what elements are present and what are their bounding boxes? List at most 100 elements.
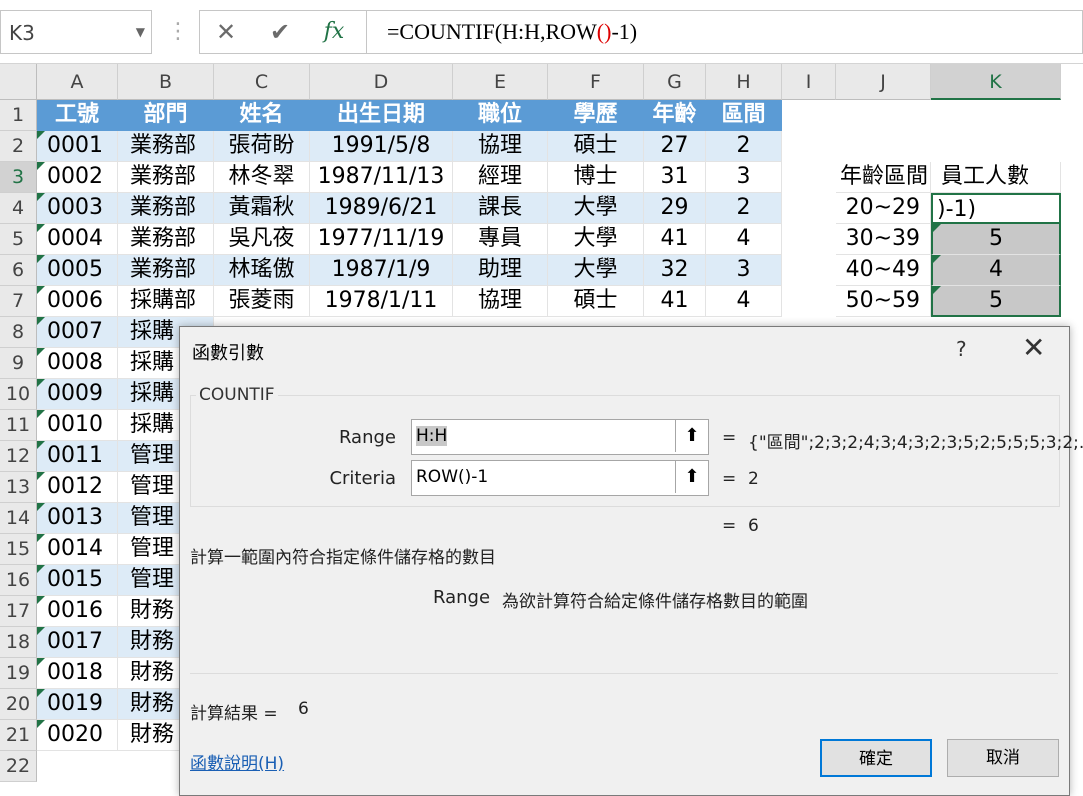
column-header-g[interactable]: G xyxy=(644,64,706,100)
summary-header-age-range[interactable]: 年齡區間 xyxy=(836,162,931,193)
table-cell[interactable]: 1977/11/19 xyxy=(310,224,453,255)
active-cell-k3[interactable]: )-1) xyxy=(931,193,1061,224)
formula-input[interactable]: =COUNTIF(H:H,ROW()-1) xyxy=(366,10,1083,54)
table-cell[interactable]: 2 xyxy=(706,193,782,224)
chevron-down-icon[interactable]: ▼ xyxy=(136,25,145,39)
table-cell[interactable]: 0019 xyxy=(37,689,118,720)
table-header-cell[interactable]: 職位 xyxy=(453,100,548,131)
enter-check-icon[interactable]: ✔ xyxy=(260,17,300,47)
row-header-11[interactable]: 11 xyxy=(0,410,37,441)
table-cell[interactable]: 1991/5/8 xyxy=(310,131,453,162)
column-header-a[interactable]: A xyxy=(37,64,118,100)
table-cell[interactable]: 32 xyxy=(644,255,706,286)
table-cell[interactable]: 張菱雨 xyxy=(214,286,310,317)
table-cell[interactable]: 協理 xyxy=(453,131,548,162)
column-header-b[interactable]: B xyxy=(118,64,214,100)
table-cell[interactable]: 大學 xyxy=(548,224,644,255)
table-cell[interactable]: 業務部 xyxy=(118,255,214,286)
column-header-d[interactable]: D xyxy=(310,64,453,100)
row-header-7[interactable]: 7 xyxy=(0,286,37,317)
table-cell[interactable]: 業務部 xyxy=(118,162,214,193)
table-cell[interactable]: 經理 xyxy=(453,162,548,193)
table-cell[interactable]: 0011 xyxy=(37,441,118,472)
cancel-icon[interactable]: ✕ xyxy=(206,17,246,47)
column-header-e[interactable]: E xyxy=(453,64,548,100)
table-header-cell[interactable]: 學歷 xyxy=(548,100,644,131)
table-cell[interactable]: 2 xyxy=(706,131,782,162)
table-cell[interactable]: 0006 xyxy=(37,286,118,317)
range-input[interactable]: H:H ⬆ xyxy=(411,419,709,455)
row-header-15[interactable]: 15 xyxy=(0,534,37,565)
table-header-cell[interactable]: 工號 xyxy=(37,100,118,131)
table-header-cell[interactable]: 部門 xyxy=(118,100,214,131)
table-cell[interactable]: 3 xyxy=(706,255,782,286)
table-cell[interactable]: 3 xyxy=(706,162,782,193)
row-header-3[interactable]: 3 xyxy=(0,162,37,193)
table-cell[interactable]: 0007 xyxy=(37,317,118,348)
close-icon[interactable]: ✕ xyxy=(1022,331,1045,364)
count-cell[interactable]: 5 xyxy=(931,286,1061,317)
row-header-22[interactable]: 22 xyxy=(0,751,37,782)
table-cell[interactable]: 41 xyxy=(644,224,706,255)
table-header-cell[interactable]: 出生日期 xyxy=(310,100,453,131)
row-header-14[interactable]: 14 xyxy=(0,503,37,534)
table-cell[interactable]: 博士 xyxy=(548,162,644,193)
summary-header-count[interactable]: 員工人數 xyxy=(931,162,1061,193)
table-cell[interactable]: 業務部 xyxy=(118,193,214,224)
table-cell[interactable]: 1987/11/13 xyxy=(310,162,453,193)
column-header-k[interactable]: K xyxy=(931,64,1061,100)
table-cell[interactable]: 29 xyxy=(644,193,706,224)
table-cell[interactable]: 碩士 xyxy=(548,131,644,162)
ok-button[interactable]: 確定 xyxy=(820,739,932,777)
table-cell[interactable]: 0001 xyxy=(37,131,118,162)
table-cell[interactable]: 27 xyxy=(644,131,706,162)
row-header-19[interactable]: 19 xyxy=(0,658,37,689)
name-box[interactable]: K3 ▼ xyxy=(0,10,152,54)
table-cell[interactable]: 0013 xyxy=(37,503,118,534)
row-header-13[interactable]: 13 xyxy=(0,472,37,503)
table-header-cell[interactable]: 區間 xyxy=(706,100,782,131)
row-header-4[interactable]: 4 xyxy=(0,193,37,224)
table-cell[interactable]: 0005 xyxy=(37,255,118,286)
row-header-1[interactable]: 1 xyxy=(0,100,37,131)
table-cell[interactable]: 0018 xyxy=(37,658,118,689)
table-cell[interactable]: 0009 xyxy=(37,379,118,410)
row-header-2[interactable]: 2 xyxy=(0,131,37,162)
collapse-dialog-icon[interactable]: ⬆ xyxy=(675,420,708,452)
row-header-18[interactable]: 18 xyxy=(0,627,37,658)
formula-bar-grip[interactable]: ⋮ xyxy=(167,14,189,50)
table-cell[interactable]: 大學 xyxy=(548,193,644,224)
table-cell[interactable]: 0020 xyxy=(37,720,118,751)
table-cell[interactable]: 林瑤傲 xyxy=(214,255,310,286)
table-cell[interactable]: 大學 xyxy=(548,255,644,286)
table-cell[interactable]: 黃霜秋 xyxy=(214,193,310,224)
table-cell[interactable]: 0008 xyxy=(37,348,118,379)
age-range-cell[interactable]: 30~39 xyxy=(836,224,931,255)
table-cell[interactable]: 張荷盼 xyxy=(214,131,310,162)
cancel-button[interactable]: 取消 xyxy=(947,739,1059,777)
table-cell[interactable]: 協理 xyxy=(453,286,548,317)
table-cell[interactable]: 業務部 xyxy=(118,131,214,162)
table-cell[interactable]: 助理 xyxy=(453,255,548,286)
column-header-c[interactable]: C xyxy=(214,64,310,100)
table-cell[interactable]: 林冬翠 xyxy=(214,162,310,193)
table-cell[interactable]: 0016 xyxy=(37,596,118,627)
table-cell[interactable]: 41 xyxy=(644,286,706,317)
table-cell[interactable]: 0014 xyxy=(37,534,118,565)
table-cell[interactable]: 0010 xyxy=(37,410,118,441)
table-cell[interactable]: 專員 xyxy=(453,224,548,255)
table-cell[interactable]: 採購部 xyxy=(118,286,214,317)
table-cell[interactable]: 課長 xyxy=(453,193,548,224)
table-cell[interactable]: 0017 xyxy=(37,627,118,658)
table-cell[interactable]: 1989/6/21 xyxy=(310,193,453,224)
age-range-cell[interactable]: 20~29 xyxy=(836,193,931,224)
column-header-j[interactable]: J xyxy=(836,64,931,100)
table-cell[interactable]: 1978/1/11 xyxy=(310,286,453,317)
row-header-17[interactable]: 17 xyxy=(0,596,37,627)
insert-function-icon[interactable]: fx xyxy=(314,17,354,47)
help-icon[interactable]: ? xyxy=(956,337,967,361)
table-cell[interactable]: 31 xyxy=(644,162,706,193)
count-cell[interactable]: 4 xyxy=(931,255,1061,286)
criteria-input[interactable]: ROW()-1 ⬆ xyxy=(411,460,709,496)
count-cell[interactable]: 5 xyxy=(931,224,1061,255)
